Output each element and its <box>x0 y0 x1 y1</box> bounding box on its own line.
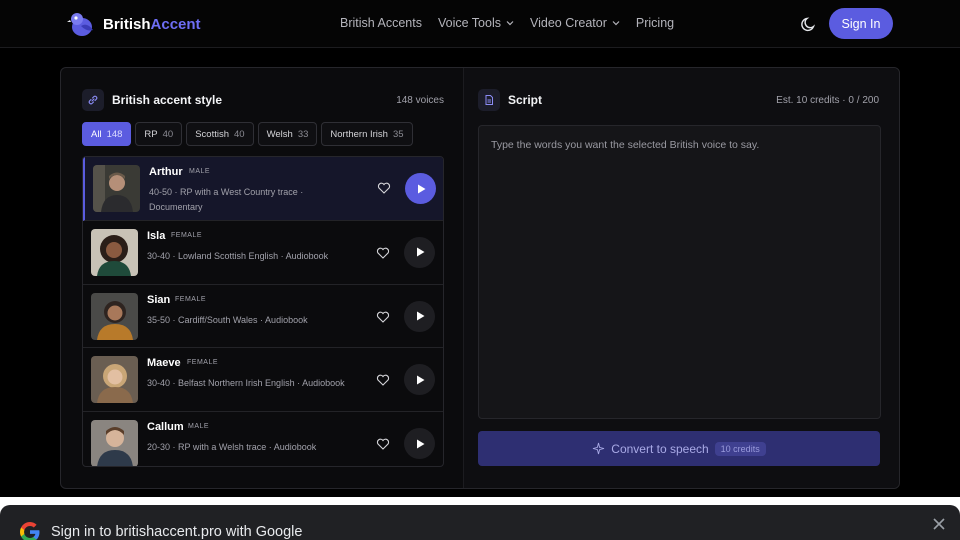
voice-name: Callum <box>147 421 184 434</box>
filter-chip-welsh[interactable]: Welsh 33 <box>257 122 318 146</box>
heart-icon[interactable] <box>376 246 390 260</box>
script-icon-box <box>478 89 500 111</box>
play-button[interactable] <box>404 300 435 332</box>
credits-counter: Est. 10 credits · 0 / 200 <box>776 95 879 106</box>
google-prompt-title: Sign in to britishaccent.pro with Google <box>51 524 303 540</box>
voice-name: Sian <box>147 293 171 306</box>
voice-row-maeve[interactable]: Maeve FEMALE 30-40 · Belfast Northern Ir… <box>83 348 443 413</box>
voice-gender: MALE <box>188 423 210 431</box>
play-icon <box>416 311 424 321</box>
nav-pricing[interactable]: Pricing <box>636 16 674 30</box>
heart-icon[interactable] <box>376 373 390 387</box>
voice-generator-card: British accent style 148 voices All 148 R… <box>60 67 900 489</box>
play-icon <box>417 184 425 193</box>
voice-gender: FEMALE <box>171 231 203 239</box>
script-panel: Script Est. 10 credits · 0 / 200 Type th… <box>463 68 899 488</box>
voice-list: Arthur MALE 40-50 · RP with a West Count… <box>82 156 444 467</box>
voice-description: 40-50 · RP with a West Country trace · D… <box>149 187 304 212</box>
accent-style-title: British accent style <box>112 93 223 107</box>
heart-icon[interactable] <box>377 181 391 195</box>
play-button[interactable] <box>404 364 435 396</box>
voice-count: 148 voices <box>396 95 444 106</box>
bird-logo-icon <box>67 13 93 36</box>
voice-avatar <box>91 292 138 340</box>
filter-chip-scottish[interactable]: Scottish 40 <box>186 122 254 146</box>
voice-name: Arthur <box>149 166 183 178</box>
play-icon <box>416 439 424 449</box>
script-textarea[interactable]: Type the words you want the selected Bri… <box>478 125 881 419</box>
heart-icon[interactable] <box>376 310 390 324</box>
voice-description: 30-40 · Belfast Northern Irish English ·… <box>147 378 345 389</box>
filter-chip-northern-irish[interactable]: Northern Irish 35 <box>321 122 413 146</box>
voice-avatar <box>93 165 140 212</box>
convert-to-speech-button[interactable]: Convert to speech 10 credits <box>478 431 880 466</box>
voice-row-callum[interactable]: Callum MALE 20-30 · RP with a Welsh trac… <box>83 412 443 466</box>
credits-badge: 10 credits <box>714 441 766 456</box>
play-icon <box>416 375 424 385</box>
voice-gender: FEMALE <box>187 359 219 367</box>
accent-style-panel: British accent style 148 voices All 148 R… <box>61 68 461 488</box>
filter-chip-all[interactable]: All 148 <box>82 122 132 146</box>
play-button[interactable] <box>405 173 436 204</box>
voice-description: 35-50 · Cardiff/South Wales · Audiobook <box>147 314 308 325</box>
play-icon <box>416 247 424 257</box>
google-sign-in-prompt: Sign in to britishaccent.pro with Google <box>0 505 960 540</box>
voice-avatar <box>91 356 138 404</box>
sign-in-button[interactable]: Sign In <box>829 8 893 39</box>
nav-voice-tools[interactable]: Voice Tools <box>438 16 514 30</box>
link-icon <box>88 95 98 105</box>
voice-gender: FEMALE <box>175 295 207 303</box>
voice-gender: MALE <box>189 168 211 175</box>
voice-row-arthur[interactable]: Arthur MALE 40-50 · RP with a West Count… <box>83 157 443 221</box>
voice-avatar <box>91 420 138 466</box>
chevron-down-icon <box>506 21 514 26</box>
brand-logo-link[interactable]: BritishAccent <box>67 10 201 38</box>
sparkle-icon <box>593 442 605 455</box>
document-icon <box>485 95 493 105</box>
main-nav: British Accents Voice Tools Video Creato… <box>340 16 674 30</box>
voice-row-sian[interactable]: Sian FEMALE 35-50 · Cardiff/South Wales … <box>83 285 443 349</box>
filter-chip-rp[interactable]: RP 40 <box>135 122 183 146</box>
convert-label: Convert to speech <box>611 441 709 456</box>
script-placeholder: Type the words you want the selected Bri… <box>491 139 760 151</box>
top-navbar: BritishAccent British Accents Voice Tool… <box>0 0 960 48</box>
play-button[interactable] <box>404 428 435 460</box>
accent-icon-box <box>82 89 104 111</box>
play-button[interactable] <box>404 236 435 268</box>
script-title: Script <box>508 93 543 107</box>
nav-british-accents[interactable]: British Accents <box>340 16 422 30</box>
voice-row-isla[interactable]: Isla FEMALE 30-40 · Lowland Scottish Eng… <box>83 221 443 285</box>
accent-filter-chips: All 148 RP 40 Scottish 40 Welsh 33 Northern … <box>82 122 413 146</box>
voice-description: 20-30 · RP with a Welsh trace · Audioboo… <box>147 442 317 453</box>
heart-icon[interactable] <box>376 437 390 451</box>
moon-icon[interactable] <box>800 15 818 33</box>
voice-name: Maeve <box>147 357 181 370</box>
google-logo-icon <box>20 522 40 540</box>
voice-description: 30-40 · Lowland Scottish English · Audio… <box>147 250 329 261</box>
voice-name: Isla <box>147 229 166 242</box>
nav-video-creator[interactable]: Video Creator <box>530 16 620 30</box>
brand-name: BritishAccent <box>103 15 201 33</box>
chevron-down-icon <box>612 21 620 26</box>
voice-avatar <box>91 228 138 276</box>
close-icon[interactable] <box>932 517 946 531</box>
